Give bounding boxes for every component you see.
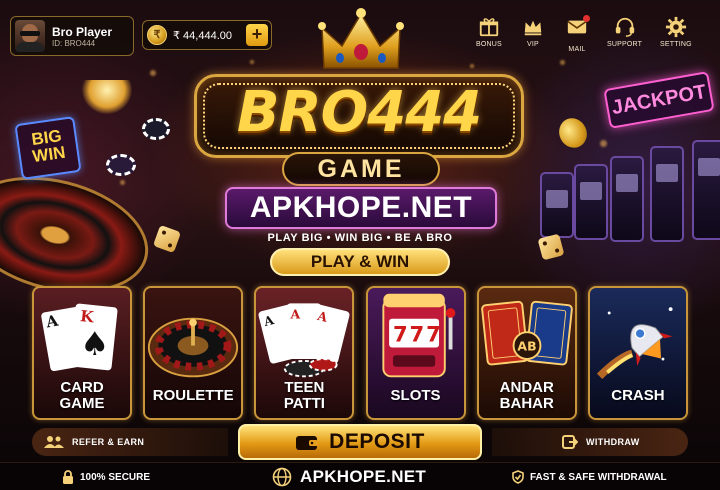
teen-patti-cards-icon: A A A	[258, 303, 350, 378]
tagline: PLAY BIG • WIN BIG • BE A BRO	[267, 232, 453, 244]
play-and-win-button[interactable]: PLAY & WIN	[270, 248, 450, 276]
fast-label: FAST & SAFE WITHDRAWAL	[530, 471, 667, 483]
game-title: CRASH	[611, 387, 665, 404]
slot-machine-decor	[610, 156, 644, 242]
game-tile-teen-patti[interactable]: A A A TEEN PATTI	[254, 286, 355, 420]
big-win-sign: BIG WIN	[14, 116, 82, 180]
game-title: ROULETTE	[152, 387, 234, 404]
light-bokeh	[560, 60, 565, 65]
nav-label: VIP	[527, 41, 539, 48]
secure-badge: 100% SECURE	[62, 470, 150, 484]
chandelier	[82, 80, 132, 114]
nav-label: SETTING	[660, 41, 692, 48]
users-icon	[44, 436, 64, 448]
gear-icon	[665, 16, 686, 38]
balance-amount: ₹ 44,444.00	[173, 29, 232, 42]
player-profile[interactable]: Bro Player ID: BRO444	[10, 16, 134, 56]
deposit-button[interactable]: DEPOSIT	[238, 424, 482, 460]
gift-icon	[479, 18, 499, 37]
game-tile-slots[interactable]: 777 SLOTS	[365, 286, 466, 420]
dice	[152, 224, 182, 254]
withdraw-label: WITHDRAW	[586, 437, 640, 447]
lock-icon	[63, 470, 73, 484]
light-bokeh	[470, 64, 474, 68]
game-title: CARD GAME	[59, 379, 105, 412]
poker-chip	[106, 154, 136, 176]
wallet-balance: ₹ ₹ 44,444.00 +	[142, 20, 272, 50]
light-bokeh	[600, 140, 607, 147]
slot-machine-icon: 777	[381, 293, 455, 378]
nav-vip[interactable]: VIP	[522, 16, 544, 48]
avatar	[15, 20, 45, 52]
andar-bahar-cards-icon: AB	[480, 300, 573, 366]
light-bokeh	[250, 60, 254, 64]
game-title: TEEN PATTI	[283, 379, 325, 412]
slot-machine-decor	[574, 164, 608, 240]
nav-support[interactable]: SUPPORT	[607, 16, 642, 48]
spade-icon: ♠	[80, 325, 109, 363]
game-tile-card-game[interactable]: A K ♠ CARD GAME	[32, 286, 132, 420]
player-id: ID: BRO444	[52, 38, 96, 48]
ab-badge: AB	[517, 338, 536, 353]
withdraw-button[interactable]: WITHDRAW	[492, 428, 688, 456]
gold-coin	[554, 113, 592, 153]
deposit-label: DEPOSIT	[329, 430, 425, 453]
slot-machine-decor	[540, 172, 574, 238]
shield-icon	[512, 470, 524, 484]
svg-text:A: A	[290, 307, 301, 322]
footer-site-label: APKHOPE.NET	[300, 467, 427, 486]
light-bokeh	[150, 70, 156, 76]
game-tile-roulette[interactable]: ROULETTE	[143, 286, 244, 420]
globe-icon	[272, 467, 292, 487]
nav-label: BONUS	[476, 41, 502, 48]
fast-withdrawal-badge: FAST & SAFE WITHDRAWAL	[512, 470, 667, 484]
refer-and-earn-button[interactable]: REFER & EARN	[32, 428, 228, 456]
crown-logo-icon	[318, 8, 404, 69]
footer-site-link[interactable]: APKHOPE.NET	[272, 467, 426, 487]
slot-machine-decor	[650, 146, 684, 242]
logo-subtitle: GAME	[282, 152, 440, 186]
nav-setting[interactable]: SETTING	[660, 16, 692, 48]
nav-mail[interactable]: MAIL	[566, 15, 590, 53]
player-name: Bro Player	[52, 24, 113, 39]
crown-icon	[524, 20, 542, 36]
add-funds-button[interactable]: +	[246, 24, 268, 46]
nav-bonus[interactable]: BONUS	[476, 16, 502, 48]
secure-label: 100% SECURE	[80, 471, 151, 483]
logo-title: BRO444	[236, 80, 482, 145]
game-tile-crash[interactable]: CRASH	[587, 286, 688, 420]
withdraw-icon	[562, 435, 578, 449]
rocket-icon	[596, 307, 673, 380]
slot-reels: 777	[393, 322, 443, 347]
playing-cards-icon: A K ♠	[41, 303, 118, 372]
game-tile-andar-bahar[interactable]: AB ANDAR BAHAR	[476, 286, 577, 420]
game-title: SLOTS	[390, 387, 441, 404]
headset-icon	[615, 17, 634, 37]
card-rank: K	[79, 307, 95, 326]
poker-chip	[142, 118, 170, 140]
site-banner: APKHOPE.NET	[225, 187, 497, 229]
slot-machine-decor	[692, 140, 720, 240]
game-title: ANDAR BAHAR	[499, 379, 554, 412]
wallet-icon	[296, 436, 319, 450]
notification-dot	[583, 15, 590, 22]
nav-label: MAIL	[568, 46, 586, 53]
footer: 100% SECURE APKHOPE.NET FAST & SAFE WITH…	[0, 462, 720, 490]
nav-label: SUPPORT	[607, 41, 643, 48]
roulette-icon	[148, 317, 239, 378]
light-bokeh	[120, 180, 125, 185]
coin-icon: ₹	[147, 25, 167, 45]
jackpot-sign: JACKPOT	[603, 71, 715, 129]
refer-label: REFER & EARN	[72, 437, 145, 447]
game-grid: A K ♠ CARD GAME ROULETTE A A A TEEN PATT…	[32, 286, 688, 422]
